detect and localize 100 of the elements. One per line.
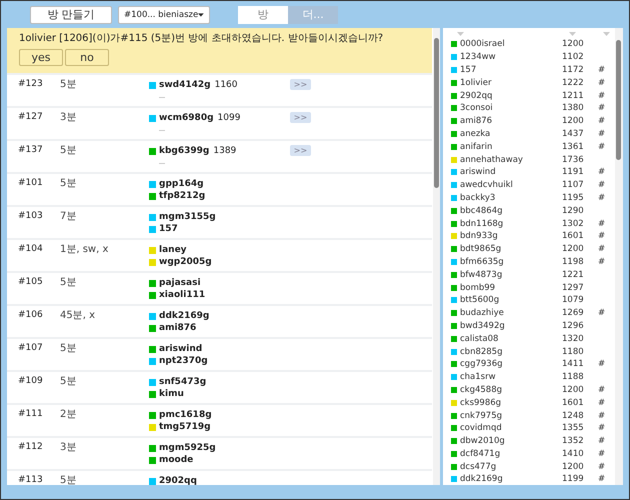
player-name[interactable]: wgp2005g bbox=[159, 257, 212, 267]
player-rating: 1099 bbox=[218, 113, 240, 123]
user-name[interactable]: bdn933g bbox=[460, 231, 562, 242]
room-time: 5분 bbox=[60, 79, 78, 91]
user-rating: 1200 bbox=[562, 384, 585, 395]
user-name[interactable]: budazhiye bbox=[460, 308, 562, 318]
user-name[interactable]: dcs477g bbox=[460, 462, 562, 472]
user-name[interactable]: anifarin bbox=[460, 142, 562, 152]
player-name[interactable]: pmc1618g bbox=[159, 410, 212, 420]
player-name[interactable]: kimu bbox=[159, 389, 184, 399]
user-name[interactable]: 2902qq bbox=[460, 90, 562, 101]
sort-icon[interactable] bbox=[569, 32, 576, 36]
player-name[interactable]: 157 bbox=[159, 224, 178, 234]
room-number: #127 bbox=[17, 112, 44, 122]
player-name[interactable]: xiaoli111 bbox=[159, 290, 206, 300]
user-name[interactable]: cha1srw bbox=[460, 372, 562, 382]
user-name[interactable]: 157 bbox=[460, 64, 562, 75]
hash-label: # bbox=[598, 410, 606, 420]
player-name[interactable]: mgm5925g bbox=[159, 443, 216, 453]
user-name[interactable]: bfm6635g bbox=[460, 256, 562, 267]
user-name[interactable]: awedcvhuikl bbox=[460, 180, 562, 190]
player-name[interactable]: gpp164g bbox=[159, 179, 204, 189]
sort-icon[interactable] bbox=[457, 32, 464, 36]
user-name[interactable]: cnk7975g bbox=[460, 410, 562, 420]
caret-icon bbox=[198, 12, 204, 16]
user-name[interactable]: dcf8471g bbox=[460, 448, 562, 459]
user-name[interactable]: ami876 bbox=[460, 116, 562, 126]
room-time: 5분 bbox=[60, 145, 78, 157]
room-select[interactable]: #100... bieniasze bbox=[118, 6, 210, 24]
room-number: #123 bbox=[17, 79, 44, 89]
user-rating: 1191 bbox=[562, 167, 585, 178]
user-rating: 1107 bbox=[562, 180, 585, 190]
player-name[interactable]: moode bbox=[159, 455, 194, 465]
user-rating: 1352 bbox=[562, 436, 585, 446]
player-name[interactable]: tfp8212g bbox=[159, 191, 206, 201]
player-name[interactable]: ariswind bbox=[159, 344, 202, 354]
player-name[interactable]: mgm3155g bbox=[159, 212, 216, 222]
user-rating: 1248 bbox=[562, 410, 585, 420]
user-name[interactable]: 0000israel bbox=[460, 39, 562, 50]
room-time: 5분 bbox=[60, 277, 78, 289]
hash-label: # bbox=[598, 78, 606, 88]
user-name[interactable]: ariswind bbox=[460, 167, 562, 178]
user-name[interactable]: dbw2010g bbox=[460, 436, 562, 446]
user-name[interactable]: annehathaway bbox=[460, 154, 562, 165]
player-name[interactable]: tmg5719g bbox=[159, 422, 211, 432]
user-rating: 1200 bbox=[562, 244, 585, 254]
user-rating: 1180 bbox=[562, 346, 585, 357]
scrollbar[interactable] bbox=[433, 28, 440, 485]
user-name[interactable]: bdn1168g bbox=[460, 218, 562, 229]
user-name[interactable]: bdt9865g bbox=[460, 244, 562, 254]
create-room-button[interactable]: 방 만들기 bbox=[30, 6, 112, 24]
player-name[interactable]: kbg6399g bbox=[159, 146, 210, 156]
user-rating: 1102 bbox=[562, 52, 585, 62]
hash-label: # bbox=[598, 64, 606, 75]
room-time: 5분 bbox=[60, 475, 78, 485]
player-name[interactable]: ami876 bbox=[159, 323, 196, 333]
user-name[interactable]: 1olivier bbox=[460, 78, 562, 88]
player-name[interactable]: ddk2169g bbox=[159, 311, 210, 321]
user-name[interactable]: cks9986g bbox=[460, 398, 562, 408]
user-name[interactable]: ddk2169g bbox=[460, 474, 562, 484]
room-time: 2분 bbox=[60, 409, 78, 421]
player-name[interactable]: swd4142g bbox=[159, 80, 211, 90]
invitation-message: 1olivier [1206](이)가#115 (5분)번 방에 초대하였습니다. 받아들이시겠습니까? bbox=[19, 33, 384, 45]
user-name[interactable]: cgg7936g bbox=[460, 359, 562, 370]
user-name[interactable]: btt5600g bbox=[460, 295, 562, 306]
decline-button[interactable]: no bbox=[65, 49, 109, 66]
user-name[interactable]: bwd3492g bbox=[460, 320, 562, 331]
hash-label: # bbox=[598, 167, 606, 178]
user-name[interactable]: backky3 bbox=[460, 192, 562, 203]
player-name[interactable]: 2902qq bbox=[159, 476, 197, 485]
user-rating: 1172 bbox=[562, 64, 585, 75]
user-name[interactable]: ckg4588g bbox=[460, 384, 562, 395]
user-name[interactable]: bfw4873g bbox=[460, 270, 562, 280]
hash-label: # bbox=[598, 103, 606, 114]
room-time: 3분 bbox=[60, 442, 78, 454]
player-name[interactable]: laney bbox=[159, 245, 187, 255]
user-name[interactable]: covidmqd bbox=[460, 423, 562, 434]
user-rating: 1188 bbox=[562, 372, 585, 382]
user-name[interactable]: 1234ww bbox=[460, 52, 562, 62]
sort-icon[interactable] bbox=[603, 32, 610, 36]
hash-label: # bbox=[598, 448, 606, 459]
player-name[interactable]: pajasasi bbox=[159, 278, 201, 288]
user-name[interactable]: anezka bbox=[460, 128, 562, 139]
scrollbar[interactable] bbox=[615, 28, 623, 485]
room-time: 45분, x bbox=[60, 310, 96, 322]
tab[interactable]: 방 bbox=[238, 6, 288, 24]
room-number: #103 bbox=[17, 211, 44, 221]
user-name[interactable]: cbn8285g bbox=[460, 346, 562, 357]
user-name[interactable]: 3consoi bbox=[460, 103, 562, 114]
player-name[interactable]: snf5473g bbox=[159, 377, 206, 387]
room-number: #107 bbox=[17, 343, 44, 353]
hash-label: # bbox=[598, 256, 606, 267]
player-name[interactable]: wcm6980g bbox=[159, 113, 214, 123]
user-rating: 1200 bbox=[562, 116, 585, 126]
user-name[interactable]: calista08 bbox=[460, 334, 562, 344]
user-name[interactable]: bbc4864g bbox=[460, 206, 562, 216]
user-rating: 1079 bbox=[562, 295, 585, 306]
player-name[interactable]: npt2370g bbox=[159, 356, 208, 366]
accept-button[interactable]: yes bbox=[19, 49, 63, 66]
user-name[interactable]: bomb99 bbox=[460, 282, 562, 293]
